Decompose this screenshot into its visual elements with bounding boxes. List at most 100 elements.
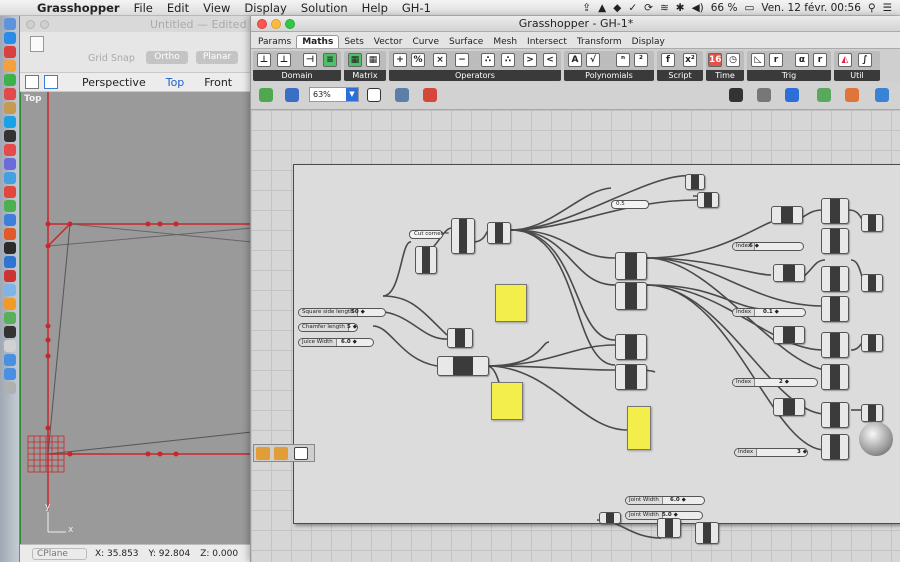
component-line-1[interactable] [821,198,849,224]
app-icon-green-2[interactable] [4,312,16,324]
component-divide-4[interactable] [615,364,647,390]
battery-icon[interactable]: ▭ [744,2,754,14]
close-icon[interactable] [257,19,267,29]
component-divide-3[interactable] [615,334,647,360]
safari-icon[interactable] [4,172,16,184]
search-icon[interactable]: ⚲ [868,2,876,14]
component-join-1[interactable] [861,214,883,232]
text-param-value[interactable]: 0.5 [611,200,649,209]
app-icon-dark[interactable] [4,242,16,254]
menu-file[interactable]: File [127,1,160,15]
open-file-icon[interactable] [259,88,273,102]
menu-display[interactable]: Display [237,1,293,15]
bounds-icon[interactable]: ⊣ [303,53,317,67]
chevron-down-icon[interactable]: ▼ [346,88,358,101]
viewport-label[interactable]: Top [24,94,42,104]
addition-icon[interactable]: + [393,53,407,67]
component-multiply[interactable] [599,512,621,524]
component-line-4[interactable] [821,296,849,322]
dropbox-icon[interactable]: ◆ [613,2,621,14]
folder-icon[interactable] [4,354,16,366]
app-icon-purple[interactable] [4,158,16,170]
app-icon-green[interactable] [4,200,16,212]
preview-eye-icon[interactable] [395,88,409,102]
slider-index-2[interactable]: Index 0.1 ◆ [732,308,806,317]
app-icon-orange-2[interactable] [4,298,16,310]
music-icon[interactable] [4,88,16,100]
component-clean-2[interactable] [697,192,719,208]
app-icon-lightblue[interactable] [4,284,16,296]
subtraction-icon[interactable]: − [455,53,469,67]
menu-help[interactable]: Help [355,1,395,15]
tab-params[interactable]: Params [253,36,296,48]
preview-selected-icon[interactable] [817,88,831,102]
downloads-icon[interactable] [4,368,16,380]
slider-chamfer-length[interactable]: Chamfer length 5 ◆ [298,323,358,332]
save-file-icon[interactable] [285,88,299,102]
component-point[interactable] [415,246,437,274]
slider-index-3[interactable]: Index 2 ◆ [732,378,818,387]
component-shift-2[interactable] [773,264,805,282]
smaller-than-icon[interactable]: < [543,53,557,67]
radians-icon[interactable]: r [769,53,783,67]
alert-icon[interactable]: ▲ [598,2,606,14]
multiplication-icon[interactable]: × [433,53,447,67]
component-divide-1[interactable] [615,252,647,280]
preview-shaded-icon[interactable] [785,88,799,102]
component-shift-4[interactable] [773,398,805,416]
slider-index-1[interactable]: Index 6 ◆ [732,242,804,251]
maximize-icon[interactable] [285,19,295,29]
close-icon[interactable] [26,19,35,29]
skype-icon[interactable] [4,116,16,128]
absolute-icon[interactable]: A [568,53,582,67]
component-shift-3[interactable] [773,326,805,344]
degrees-icon[interactable]: r [813,53,827,67]
finder-icon[interactable] [4,18,16,30]
component-clean-1[interactable] [685,174,705,190]
gate-and-icon[interactable]: ∴ [481,53,495,67]
trash-icon[interactable] [4,382,16,394]
component-line-6[interactable] [821,364,849,390]
widget-icon-1[interactable] [256,447,270,460]
bake-icon[interactable] [845,88,859,102]
construct-domain-icon[interactable]: ⊥ [277,53,291,67]
zoom-extents-icon[interactable] [367,88,381,102]
expression-icon[interactable]: f [661,53,675,67]
tab-intersect[interactable]: Intersect [522,36,572,48]
ortho-button[interactable]: Ortho [146,51,188,64]
single-viewport-icon[interactable] [44,75,58,89]
sync-icon[interactable]: ⟳ [644,2,653,14]
clock-label[interactable]: Ven. 12 févr. 00:56 [761,2,861,14]
minimize-icon[interactable] [40,19,49,29]
tab-vector[interactable]: Vector [369,36,408,48]
tab-sets[interactable]: Sets [339,36,368,48]
component-explode[interactable] [487,222,511,244]
graph-mapper-icon[interactable]: ◭ [838,53,852,67]
tab-front[interactable]: Front [194,76,242,89]
wifi-icon[interactable]: ≋ [660,2,669,14]
preview-off-icon[interactable] [729,88,743,102]
component-line-5[interactable] [821,332,849,358]
calendar-icon[interactable] [4,46,16,58]
gate-or-icon[interactable]: ∴ [501,53,515,67]
grid-snap-toggle[interactable]: Grid Snap [88,53,135,64]
app-icon-orange[interactable] [4,228,16,240]
larger-than-icon[interactable]: > [523,53,537,67]
panel-3[interactable] [627,406,651,450]
menu-solution[interactable]: Solution [294,1,355,15]
triangle-icon[interactable]: ◺ [751,53,765,67]
tab-transform[interactable]: Transform [572,36,627,48]
evaluate-icon[interactable]: x² [683,53,697,67]
component-line-7[interactable] [821,402,849,428]
rhino-viewport[interactable]: Top y x [19,92,253,556]
component-polyline[interactable] [451,218,475,254]
component-list-item[interactable] [437,356,489,376]
matrix-grid-icon[interactable]: ▦ [366,53,380,67]
date-icon[interactable]: 16 [708,53,722,67]
menu-document[interactable]: GH-1 [395,1,438,15]
app-icon-blue-2[interactable] [4,256,16,268]
remap-icon[interactable]: ≡ [323,53,337,67]
tab-display[interactable]: Display [627,36,670,48]
app-store-icon[interactable] [4,32,16,44]
clock-icon[interactable]: ◷ [726,53,740,67]
